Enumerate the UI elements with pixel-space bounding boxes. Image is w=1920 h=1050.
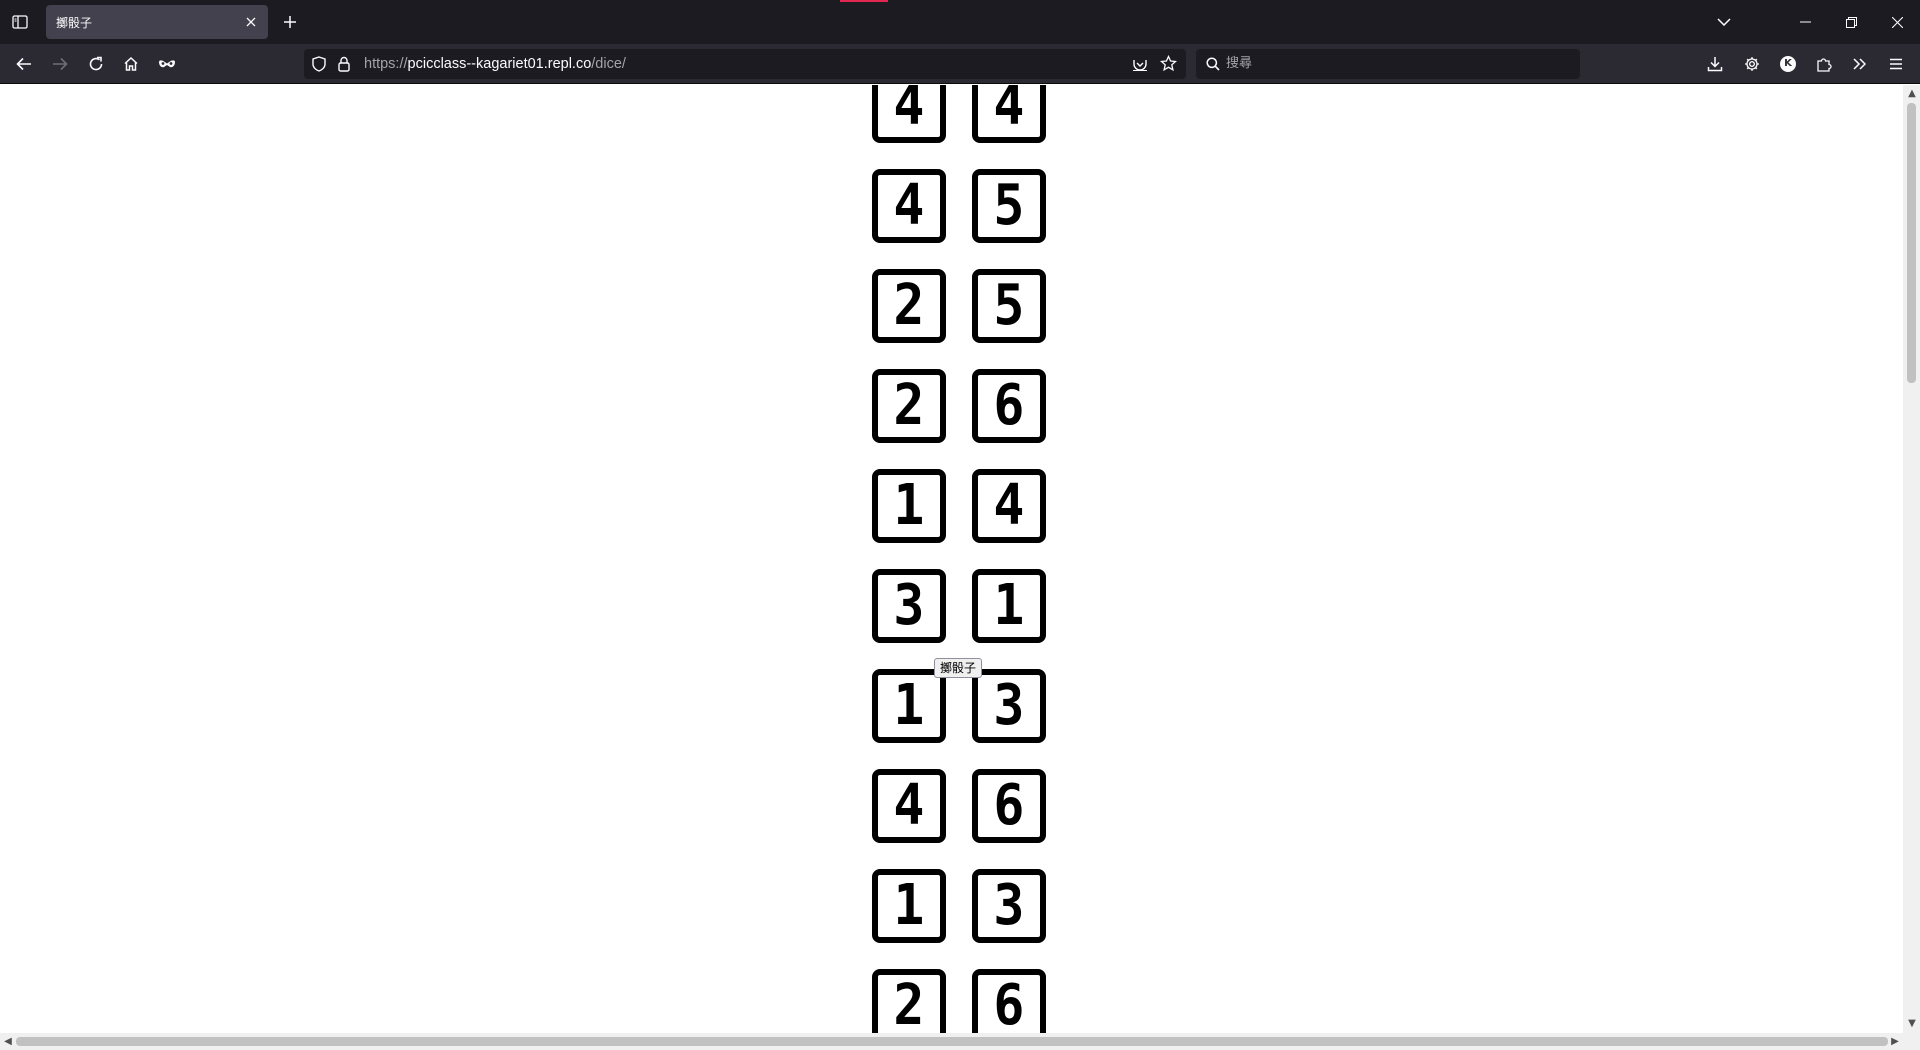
die-value: 3 bbox=[893, 573, 925, 638]
die-face: 3 bbox=[872, 569, 946, 643]
scroll-left-arrow-icon[interactable]: ◀ bbox=[1, 1035, 15, 1049]
die-face: 3 bbox=[972, 669, 1046, 743]
forward-arrow-icon[interactable] bbox=[46, 50, 74, 78]
die-value: 4 bbox=[993, 473, 1025, 538]
close-window-icon[interactable] bbox=[1874, 0, 1920, 44]
url-path: /dice/ bbox=[591, 56, 626, 72]
die-face: 4 bbox=[972, 85, 1046, 143]
horizontal-scroll-thumb[interactable] bbox=[16, 1037, 1888, 1046]
die-value: 2 bbox=[893, 973, 925, 1034]
scroll-up-arrow-icon[interactable]: ▲ bbox=[1905, 87, 1919, 101]
address-bar[interactable]: https://pcicclass--kagariet01.repl.co/di… bbox=[304, 49, 1186, 79]
account-initial: K bbox=[1780, 56, 1796, 72]
private-browsing-mask-icon[interactable] bbox=[153, 50, 181, 78]
extensions-puzzle-icon[interactable] bbox=[1810, 50, 1838, 78]
die-face: 1 bbox=[872, 869, 946, 943]
sidebar-toggle-icon[interactable] bbox=[8, 10, 32, 34]
die-value: 1 bbox=[893, 473, 925, 538]
search-icon bbox=[1206, 57, 1220, 71]
die-face: 2 bbox=[872, 269, 946, 343]
back-arrow-icon[interactable] bbox=[10, 50, 38, 78]
die-value: 4 bbox=[993, 85, 1025, 138]
tab-title: 擲骰子 bbox=[56, 15, 93, 30]
tab-bar: 擲骰子 bbox=[0, 0, 1920, 44]
vertical-scroll-thumb[interactable] bbox=[1907, 103, 1916, 383]
url-domain: pcicclass--kagariet01.repl.co bbox=[407, 56, 592, 72]
hamburger-menu-icon[interactable] bbox=[1882, 50, 1910, 78]
die-face: 6 bbox=[972, 969, 1046, 1033]
scroll-down-arrow-icon[interactable]: ▼ bbox=[1905, 1017, 1919, 1031]
die-face: 2 bbox=[872, 969, 946, 1033]
die-face: 4 bbox=[972, 469, 1046, 543]
settings-gear-icon[interactable] bbox=[1738, 50, 1766, 78]
navigation-toolbar: https://pcicclass--kagariet01.repl.co/di… bbox=[0, 44, 1920, 84]
die-face: 6 bbox=[972, 769, 1046, 843]
die-value: 5 bbox=[993, 173, 1025, 238]
die-face: 2 bbox=[872, 369, 946, 443]
lock-icon[interactable] bbox=[338, 56, 350, 72]
die-face: 1 bbox=[872, 669, 946, 743]
horizontal-scrollbar[interactable]: ◀ ▶ bbox=[0, 1033, 1920, 1050]
die-value: 6 bbox=[993, 773, 1025, 838]
save-to-pocket-icon[interactable] bbox=[1132, 56, 1148, 72]
die-face: 6 bbox=[972, 369, 1046, 443]
die-face: 4 bbox=[872, 169, 946, 243]
die-value: 6 bbox=[993, 373, 1025, 438]
die-face: 1 bbox=[972, 569, 1046, 643]
die-face: 1 bbox=[872, 469, 946, 543]
die-face: 5 bbox=[972, 169, 1046, 243]
search-placeholder: 搜尋 bbox=[1226, 56, 1253, 71]
list-all-tabs-chevron-icon[interactable] bbox=[1710, 8, 1738, 36]
die-value: 3 bbox=[993, 873, 1025, 938]
die-face: 4 bbox=[872, 85, 946, 143]
die-value: 4 bbox=[893, 173, 925, 238]
die-face: 3 bbox=[972, 869, 1046, 943]
die-face: 5 bbox=[972, 269, 1046, 343]
url-text[interactable]: https://pcicclass--kagariet01.repl.co/di… bbox=[364, 49, 626, 79]
die-value: 3 bbox=[993, 673, 1025, 738]
die-value: 1 bbox=[893, 673, 925, 738]
account-avatar[interactable]: K bbox=[1774, 50, 1802, 78]
die-value: 4 bbox=[893, 773, 925, 838]
die-value: 4 bbox=[893, 85, 925, 138]
bookmark-star-icon[interactable] bbox=[1160, 55, 1177, 72]
search-bar[interactable]: 搜尋 bbox=[1196, 49, 1580, 79]
die-value: 6 bbox=[993, 973, 1025, 1034]
die-value: 2 bbox=[893, 273, 925, 338]
minimize-icon[interactable] bbox=[1782, 0, 1828, 44]
vertical-scrollbar[interactable]: ▲ ▼ bbox=[1903, 85, 1920, 1033]
new-tab-plus-icon[interactable] bbox=[278, 10, 302, 34]
reload-icon[interactable] bbox=[82, 50, 110, 78]
die-face: 4 bbox=[872, 769, 946, 843]
downloads-icon[interactable] bbox=[1701, 50, 1729, 78]
scroll-right-arrow-icon[interactable]: ▶ bbox=[1888, 1035, 1902, 1049]
roll-dice-button[interactable]: 擲骰子 bbox=[934, 658, 983, 678]
home-icon[interactable] bbox=[117, 50, 145, 78]
die-value: 1 bbox=[993, 573, 1025, 638]
overflow-chevrons-icon[interactable] bbox=[1846, 50, 1874, 78]
die-value: 1 bbox=[893, 873, 925, 938]
tab-active[interactable]: 擲骰子 bbox=[46, 5, 268, 39]
tracking-protection-shield-icon[interactable] bbox=[312, 56, 326, 72]
accent-strip bbox=[840, 0, 888, 2]
die-value: 5 bbox=[993, 273, 1025, 338]
tab-close-icon[interactable] bbox=[240, 11, 262, 33]
restore-icon[interactable] bbox=[1828, 0, 1874, 44]
page-content: 4 4 4 5 2 5 2 6 1 4 3 1 1 3 4 6 1 3 2 6 擲骰子 bbox=[0, 85, 1903, 1033]
die-value: 2 bbox=[893, 373, 925, 438]
url-scheme: https:// bbox=[364, 56, 408, 72]
